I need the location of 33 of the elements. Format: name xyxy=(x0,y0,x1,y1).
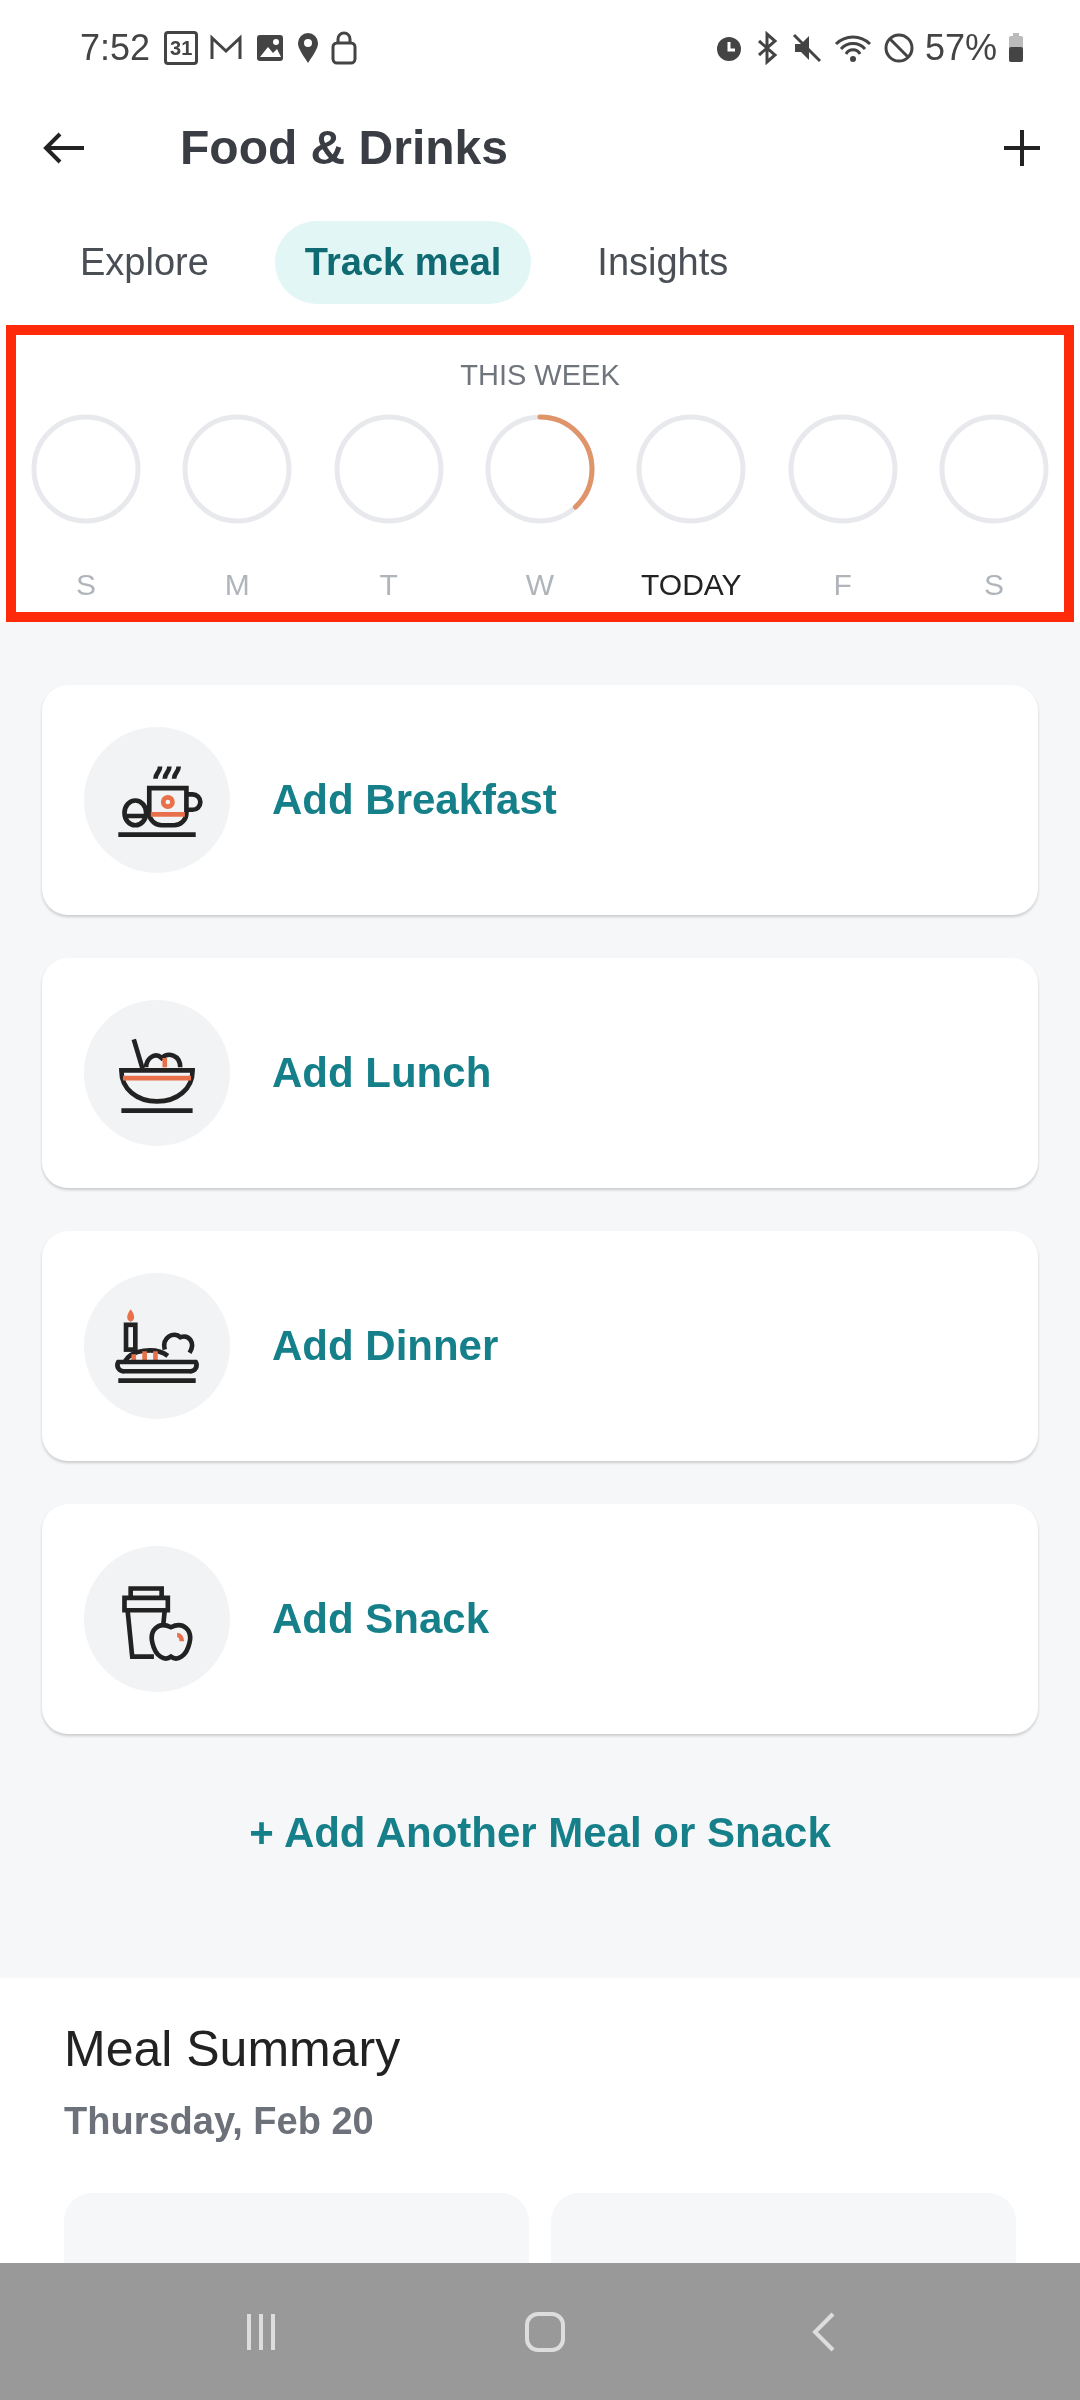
meal-label: Add Breakfast xyxy=(272,776,557,824)
day-label: TODAY xyxy=(641,568,742,602)
add-meal-link[interactable]: + Add Another Meal or Snack xyxy=(249,1809,831,1857)
add-icon[interactable] xyxy=(1002,127,1042,168)
meal-card[interactable]: Add Lunch xyxy=(42,958,1038,1188)
lock-icon xyxy=(330,30,359,65)
week-heading: THIS WEEK xyxy=(460,359,620,392)
meal-label: Add Snack xyxy=(272,1595,490,1643)
day-label: S xyxy=(76,568,96,602)
tab[interactable]: Explore xyxy=(50,221,239,304)
day-label: M xyxy=(224,568,250,602)
day-label: W xyxy=(525,568,555,602)
home-icon[interactable] xyxy=(523,2309,567,2354)
meal-label: Add Dinner xyxy=(272,1322,499,1370)
day-label: S xyxy=(983,568,1004,602)
meal-card[interactable]: Add Breakfast xyxy=(42,685,1038,915)
day-label: T xyxy=(379,568,398,602)
location-pin-icon xyxy=(296,30,321,65)
calendar-icon: 31 xyxy=(164,30,199,65)
meal-label: Add Lunch xyxy=(272,1049,492,1097)
clock-time: 7:52 xyxy=(80,26,151,69)
section-title: Meal Summary xyxy=(64,2020,402,2078)
battery-icon xyxy=(1007,31,1025,64)
screen-title: Food & Drinks xyxy=(180,120,509,175)
meal-card[interactable]: Add Snack xyxy=(42,1504,1038,1734)
day-label: F xyxy=(833,568,852,602)
battery-percent: 57% xyxy=(924,26,997,69)
mute-icon xyxy=(790,31,823,64)
meal-card[interactable]: Add Dinner xyxy=(42,1231,1038,1461)
tab[interactable]: Track meal xyxy=(274,221,532,304)
do-not-disturb-icon xyxy=(882,31,915,64)
date-label: Thursday, Feb 20 xyxy=(64,2100,375,2143)
tab[interactable]: Insights xyxy=(567,221,759,304)
